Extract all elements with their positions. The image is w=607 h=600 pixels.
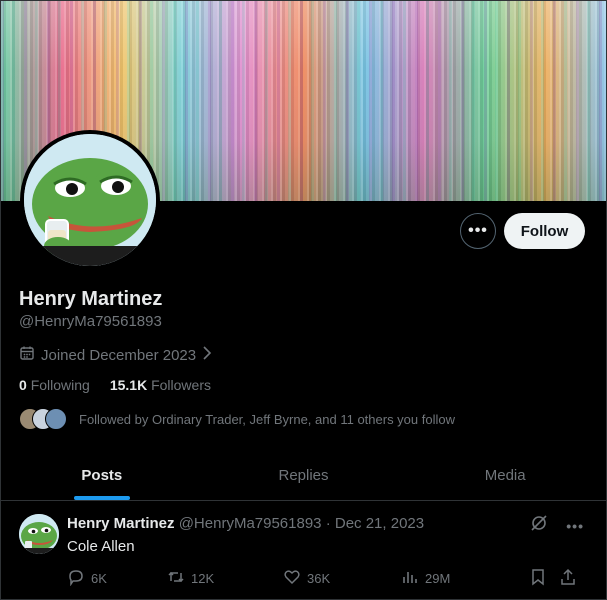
like-count: 36K xyxy=(307,571,331,586)
following-label: Following xyxy=(30,377,90,393)
tab-label: Media xyxy=(484,467,526,484)
tab-posts[interactable]: Posts xyxy=(1,451,203,500)
follower-avatar xyxy=(45,408,67,430)
tweet-author-handle[interactable]: @HenryMa79561893 xyxy=(179,515,322,532)
tweet-actions: 6K 12K 36K 29M xyxy=(67,568,587,589)
joined-date[interactable]: Joined December 2023 xyxy=(19,345,212,365)
tweet-date[interactable]: Dec 21, 2023 xyxy=(335,515,424,532)
profile-handle: @HenryMa79561893 xyxy=(19,313,162,330)
tweet[interactable]: Henry Martinez @HenryMa79561893 · Dec 21… xyxy=(1,502,606,599)
bookmark-icon xyxy=(529,568,547,589)
follow-button[interactable]: Follow xyxy=(504,213,585,249)
tweet-header: Henry Martinez @HenryMa79561893 · Dec 21… xyxy=(67,515,424,532)
grok-icon[interactable] xyxy=(530,514,548,537)
reply-button[interactable]: 6K xyxy=(67,568,167,589)
bookmark-button[interactable] xyxy=(529,568,559,589)
following-count: 0 xyxy=(19,377,27,393)
following-link[interactable]: 0 Following xyxy=(19,377,90,393)
calendar-icon xyxy=(19,345,35,365)
follow-counts: 0 Following 15.1K Followers xyxy=(19,377,211,393)
active-tab-indicator xyxy=(73,496,130,500)
followers-link[interactable]: 15.1K Followers xyxy=(110,377,211,393)
tweet-avatar[interactable] xyxy=(19,514,59,554)
reply-icon xyxy=(67,568,85,589)
tab-media[interactable]: Media xyxy=(404,451,606,500)
tweet-separator: · xyxy=(325,515,331,532)
followers-label: Followers xyxy=(151,377,211,393)
joined-label: Joined December 2023 xyxy=(41,346,197,364)
share-icon xyxy=(559,568,577,589)
more-options-button[interactable]: ••• xyxy=(460,213,496,249)
chevron-right-icon xyxy=(202,346,212,364)
tab-replies[interactable]: Replies xyxy=(203,451,405,500)
tweet-text: Cole Allen xyxy=(67,538,135,555)
profile-name: Henry Martinez xyxy=(19,288,163,310)
share-button[interactable] xyxy=(559,568,583,589)
followed-by-text: Followed by Ordinary Trader, Jeff Byrne,… xyxy=(79,411,455,427)
profile-tabs: Posts Replies Media xyxy=(1,451,606,501)
tweet-author-name[interactable]: Henry Martinez xyxy=(67,515,175,532)
views-button[interactable]: 29M xyxy=(401,568,529,589)
tab-label: Posts xyxy=(81,467,123,484)
views-icon xyxy=(401,568,419,589)
pepe-frog-avatar-image xyxy=(24,134,156,266)
profile-page: ••• Follow Henry Martinez @HenryMa795618… xyxy=(0,0,607,600)
profile-avatar[interactable] xyxy=(20,130,160,270)
reply-count: 6K xyxy=(91,571,107,586)
tab-label: Replies xyxy=(278,467,329,484)
heart-icon xyxy=(283,568,301,589)
repost-button[interactable]: 12K xyxy=(167,568,283,589)
followed-by-avatars xyxy=(19,408,69,430)
tweet-header-actions: ••• xyxy=(530,514,584,537)
followed-by[interactable]: Followed by Ordinary Trader, Jeff Byrne,… xyxy=(19,408,455,430)
views-count: 29M xyxy=(425,571,451,586)
more-icon: ••• xyxy=(468,222,488,239)
more-icon[interactable]: ••• xyxy=(566,518,584,534)
repost-icon xyxy=(167,568,185,589)
repost-count: 12K xyxy=(191,571,215,586)
followers-count: 15.1K xyxy=(109,377,148,393)
like-button[interactable]: 36K xyxy=(283,568,401,589)
